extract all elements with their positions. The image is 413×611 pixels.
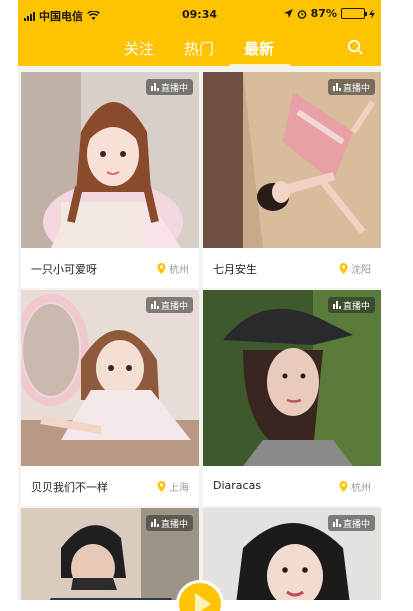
stream-thumbnail: 直播中 — [203, 290, 381, 466]
live-bars-icon — [150, 301, 159, 309]
stream-card[interactable]: 直播中 一只小可爱呀 杭州 — [21, 72, 199, 288]
top-header: 中国电信 09:34 87% 关注 热门 最新 — [18, 0, 381, 66]
stream-card[interactable]: 直播中 — [203, 508, 381, 611]
streamer-name: Diaracas — [213, 479, 262, 492]
tab-hot[interactable]: 热门 — [184, 38, 214, 59]
battery-percent: 87% — [310, 7, 337, 20]
live-badge: 直播中 — [145, 79, 193, 95]
live-badge: 直播中 — [327, 297, 375, 313]
live-badge-label: 直播中 — [160, 83, 188, 94]
stream-card[interactable]: 直播中 — [21, 508, 199, 611]
live-badge-label: 直播中 — [160, 519, 188, 530]
streamer-location: 杭州 — [339, 479, 371, 494]
streamer-location: 上海 — [157, 479, 189, 494]
live-badge-label: 直播中 — [342, 83, 370, 94]
live-bars-icon — [332, 301, 341, 309]
city-label: 上海 — [169, 483, 189, 494]
card-meta: 贝贝我们不一样 上海 — [21, 466, 199, 506]
live-bars-icon — [332, 83, 341, 91]
active-tab-indicator — [230, 64, 290, 66]
status-bar: 中国电信 09:34 87% — [18, 0, 381, 28]
streamer-location: 杭州 — [157, 261, 189, 276]
live-bars-icon — [150, 83, 159, 91]
tab-latest[interactable]: 最新 — [244, 38, 274, 59]
stream-thumbnail: 直播中 — [21, 290, 199, 466]
location-arrow-icon — [283, 9, 293, 18]
stream-thumbnail: 直播中 — [203, 72, 381, 248]
location-pin-icon — [157, 481, 166, 492]
stream-thumbnail: 直播中 — [21, 508, 199, 611]
city-label: 沈阳 — [351, 265, 371, 276]
tab-following[interactable]: 关注 — [124, 38, 154, 59]
search-icon[interactable] — [347, 39, 363, 55]
stream-card[interactable]: 直播中 贝贝我们不一样 上海 — [21, 290, 199, 506]
app-screen: 中国电信 09:34 87% 关注 热门 最新 直播中 一只小可爱呀 杭州 直播… — [18, 0, 381, 611]
play-button[interactable] — [176, 580, 224, 611]
live-badge: 直播中 — [327, 79, 375, 95]
city-label: 杭州 — [351, 483, 371, 494]
location-pin-icon — [157, 263, 166, 274]
live-bars-icon — [150, 519, 159, 527]
stream-card[interactable]: 直播中 Diaracas 杭州 — [203, 290, 381, 506]
play-icon — [195, 593, 211, 611]
charging-icon — [369, 8, 375, 19]
status-right: 87% — [283, 7, 375, 20]
live-badge-label: 直播中 — [160, 301, 188, 312]
city-label: 杭州 — [169, 265, 189, 276]
card-meta: Diaracas 杭州 — [203, 466, 381, 506]
live-bars-icon — [332, 519, 341, 527]
streamer-name: 贝贝我们不一样 — [31, 481, 108, 494]
stream-card[interactable]: 直播中 七月安生 沈阳 — [203, 72, 381, 288]
streamer-name: 七月安生 — [213, 263, 257, 276]
alarm-icon — [297, 9, 306, 19]
live-badge-label: 直播中 — [342, 301, 370, 312]
streamer-name: 一只小可爱呀 — [31, 263, 97, 276]
streamer-location: 沈阳 — [339, 261, 371, 276]
live-badge: 直播中 — [145, 515, 193, 531]
feed-tabs: 关注 热门 最新 — [18, 28, 381, 66]
live-badge: 直播中 — [145, 297, 193, 313]
location-pin-icon — [339, 481, 348, 492]
location-pin-icon — [339, 263, 348, 274]
card-meta: 七月安生 沈阳 — [203, 248, 381, 288]
stream-thumbnail: 直播中 — [21, 72, 199, 248]
stream-thumbnail: 直播中 — [203, 508, 381, 611]
live-badge: 直播中 — [327, 515, 375, 531]
battery-icon — [341, 8, 367, 19]
card-meta: 一只小可爱呀 杭州 — [21, 248, 199, 288]
live-badge-label: 直播中 — [342, 519, 370, 530]
